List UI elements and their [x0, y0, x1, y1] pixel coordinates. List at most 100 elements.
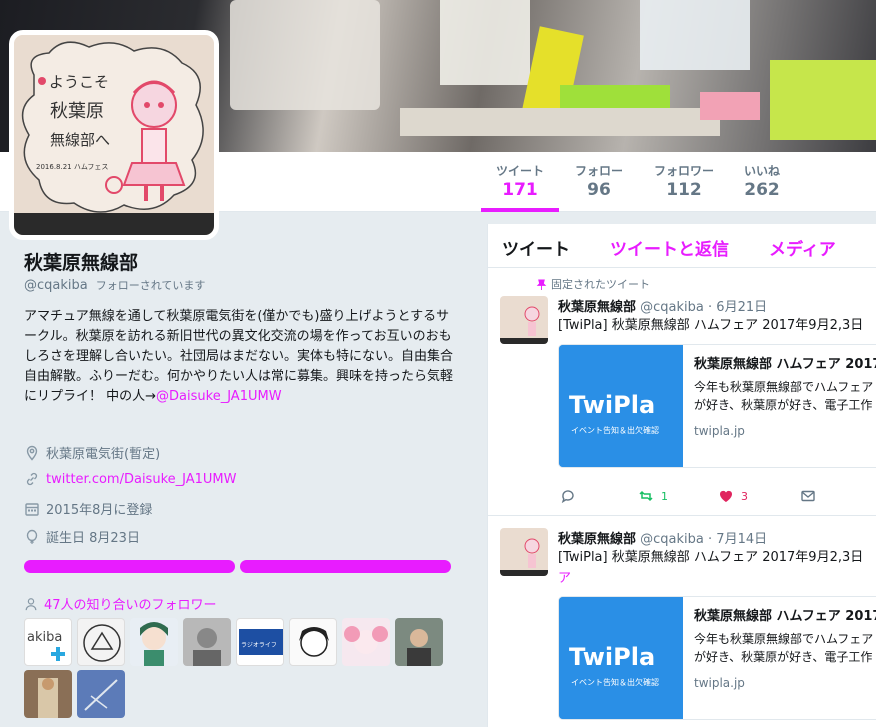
tweet[interactable]: 秋葉原無線部 @cqakiba · 6月21日 [TwiPla] 秋葉原無線部 …	[488, 268, 876, 516]
tab-tweets-and-replies[interactable]: ツイートと返信	[610, 235, 729, 260]
tweet-header: 秋葉原無線部 @cqakiba · 7月14日	[558, 528, 767, 547]
tweet-author-handle[interactable]: @cqakiba	[640, 300, 704, 315]
follower-avatar[interactable]	[183, 618, 231, 666]
pink-hair-avatar	[344, 626, 388, 654]
tweet-actions: 1 3	[558, 488, 818, 508]
stat-following[interactable]: フォロー 96	[566, 162, 632, 212]
pinned-text: 固定されたツイート	[551, 278, 650, 291]
card-description: 今年も秋葉原無線部でハムフェア が好き、秋葉原が好き、電子工作	[694, 378, 876, 414]
follower-avatar[interactable]: ラジオライフ	[236, 618, 284, 666]
direct-message-button[interactable]	[800, 488, 816, 504]
tab-tweets[interactable]: ツイート	[502, 235, 570, 260]
tweet-author-name[interactable]: 秋葉原無線部	[558, 532, 636, 547]
timeline-tabs: ツイート ツイートと返信 メディア	[488, 224, 876, 268]
follower-avatar[interactable]: akiba	[24, 618, 72, 666]
pinned-tweet-label: 固定されたツイート	[536, 276, 650, 292]
avatar-text-date: 2016.8.21 ハムフェス	[36, 163, 108, 171]
followers-you-know-text: 47人の知り合いのフォロワー	[44, 598, 217, 613]
thumb-akiba-text: akiba	[27, 630, 62, 645]
card-description: 今年も秋葉原無線部でハムフェア が好き、秋葉原が好き、電子工作	[694, 630, 876, 666]
manga-girl-avatar	[299, 627, 329, 657]
followers-you-know-link[interactable]: 47人の知り合いのフォロワー	[24, 594, 217, 613]
stat-tweets[interactable]: ツイート 171	[481, 162, 559, 212]
joined-text: 2015年8月に登録	[46, 503, 153, 518]
reply-button[interactable]	[560, 488, 576, 504]
bio-mention-link[interactable]: @Daisuke_JA1UMW	[156, 389, 282, 404]
like-count: 3	[741, 489, 748, 503]
avatar-thumb	[500, 306, 548, 344]
follower-avatar[interactable]	[24, 670, 72, 718]
pin-icon	[536, 278, 547, 290]
radio-life-logo: ラジオライフ	[239, 629, 283, 655]
calendar-icon	[25, 502, 39, 516]
avatar-text-welcome: ようこそ	[49, 73, 109, 91]
stat-value: 96	[587, 180, 611, 200]
link-card[interactable]: TwiPla イベント告知＆出欠確認 秋葉原無線部 ハムフェア 2017年 今年…	[558, 596, 876, 720]
twipla-sub-text: イベント告知＆出欠確認	[571, 677, 659, 687]
follower-avatar[interactable]	[342, 618, 390, 666]
follows-you-badge: フォローされています	[95, 279, 206, 292]
card-title: 秋葉原無線部 ハムフェア 2017年	[694, 357, 876, 372]
card-desc-line: が好き、秋葉原が好き、電子工作	[694, 398, 873, 412]
avatar-text-akiba: 秋葉原	[50, 101, 104, 122]
photo-avatar	[407, 629, 431, 666]
tweet-date[interactable]: · 7月14日	[708, 532, 767, 547]
reply-icon	[561, 490, 574, 504]
twipla-logo: TwiPla イベント告知＆出欠確認	[559, 597, 683, 719]
card-body: 秋葉原無線部 ハムフェア 2017年 今年も秋葉原無線部でハムフェア が好き、秋…	[694, 605, 876, 690]
profile-url-link[interactable]: twitter.com/Daisuke_JA1UMW	[46, 472, 236, 487]
retweet-icon	[639, 490, 653, 502]
like-button[interactable]: 3	[718, 488, 748, 504]
person-icon	[25, 597, 37, 610]
follower-avatar[interactable]	[395, 618, 443, 666]
card-desc-line: 今年も秋葉原無線部でハムフェア	[694, 380, 874, 394]
stat-likes[interactable]: いいね 262	[732, 162, 792, 212]
follower-avatar[interactable]	[77, 670, 125, 718]
retweet-button[interactable]: 1	[638, 488, 668, 504]
card-image: TwiPla イベント告知＆出欠確認	[559, 597, 683, 719]
message-button[interactable]	[240, 560, 451, 573]
stat-label: ツイート	[495, 164, 544, 178]
card-desc-line: 今年も秋葉原無線部でハムフェア	[694, 632, 874, 646]
tweet-date[interactable]: · 6月21日	[708, 300, 767, 315]
circle-logo	[83, 624, 121, 662]
tab-media[interactable]: メディア	[769, 235, 836, 260]
profile-name[interactable]: 秋葉原無線部	[24, 248, 138, 275]
painting-avatar	[38, 678, 58, 718]
profile-joined: 2015年8月に登録	[24, 499, 152, 518]
stat-followers[interactable]: フォロワー 112	[644, 162, 724, 212]
card-desc-line: が好き、秋葉原が好き、電子工作	[694, 650, 873, 664]
link-card[interactable]: TwiPla イベント告知＆出欠確認 秋葉原無線部 ハムフェア 2017年 今年…	[558, 344, 876, 468]
avatar-thumb	[500, 538, 548, 576]
envelope-icon	[801, 490, 815, 502]
handle-row: @cqakiba フォローされています	[24, 277, 205, 293]
card-title: 秋葉原無線部 ハムフェア 2017年	[694, 609, 876, 624]
profile-avatar[interactable]: ようこそ 秋葉原 無線部へ 2016.8.21 ハムフェス	[9, 30, 219, 240]
tweet-author-handle[interactable]: @cqakiba	[640, 532, 704, 547]
tweet-to-button[interactable]	[24, 560, 235, 573]
tweet-text-continued: ア	[558, 571, 572, 586]
profile-url: twitter.com/Daisuke_JA1UMW	[24, 471, 236, 487]
profile-birthday: 誕生日 8月23日	[24, 527, 140, 546]
avatar-text-club: 無線部へ	[50, 131, 110, 149]
profile-handle[interactable]: @cqakiba	[24, 278, 88, 293]
follower-avatar[interactable]	[130, 618, 178, 666]
card-image: TwiPla イベント告知＆出欠確認	[559, 345, 683, 467]
tweet-avatar[interactable]	[500, 296, 548, 344]
stat-value: 171	[502, 180, 538, 200]
profile-location: 秋葉原電気街(暫定)	[24, 443, 160, 462]
retweet-count: 1	[661, 489, 668, 503]
follower-avatar[interactable]	[77, 618, 125, 666]
tweet-avatar[interactable]	[500, 528, 548, 576]
tweet[interactable]: 秋葉原無線部 @cqakiba · 7月14日 [TwiPla] 秋葉原無線部 …	[488, 516, 876, 727]
timeline: ツイート ツイートと返信 メディア 秋葉原無線部 @cqakiba · 6月21…	[487, 224, 876, 727]
tweet-author-name[interactable]: 秋葉原無線部	[558, 300, 636, 315]
twipla-logo-text: TwiPla	[569, 391, 655, 419]
follower-avatar[interactable]	[289, 618, 337, 666]
thumb-radiolife-text: ラジオライフ	[241, 642, 277, 649]
tweet-header: 秋葉原無線部 @cqakiba · 6月21日	[558, 296, 767, 315]
card-domain: twipla.jp	[694, 676, 745, 690]
twipla-sub-text: イベント告知＆出欠確認	[571, 425, 659, 435]
profile-bio: アマチュア無線を通して秋葉原電気街を(僅かでも)盛り上げようとするサークル。秋葉…	[24, 307, 454, 407]
stat-label: いいね	[743, 164, 780, 178]
